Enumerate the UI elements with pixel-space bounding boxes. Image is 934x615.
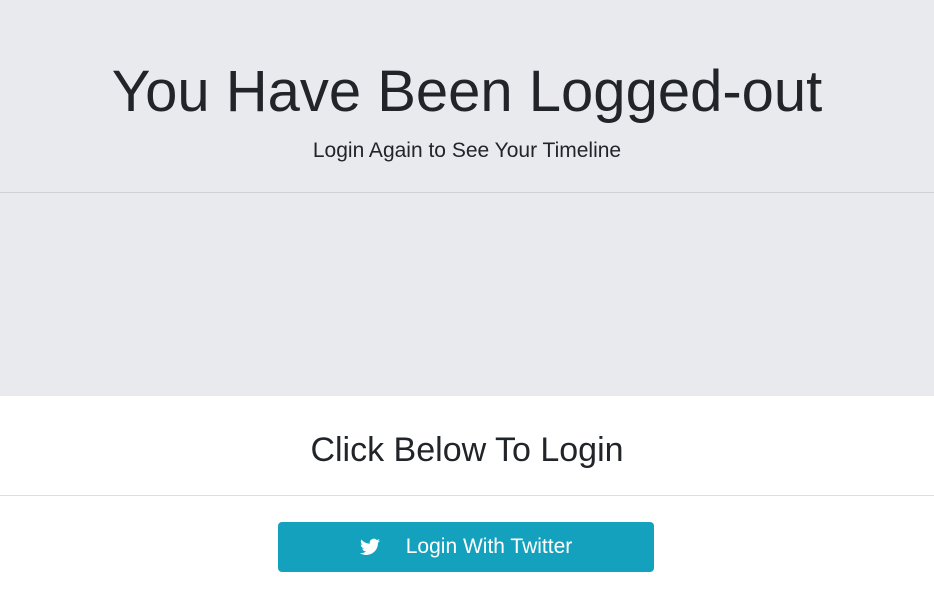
login-button-label: Login With Twitter	[405, 535, 573, 558]
login-with-twitter-button[interactable]: Login With Twitter	[278, 522, 654, 572]
login-card-header: Click Below To Login	[0, 396, 934, 496]
page-subtitle: Login Again to See Your Timeline	[312, 139, 622, 162]
page-title: You Have Been Logged-out	[111, 59, 823, 124]
logout-hero: You Have Been Logged-out Login Again to …	[0, 0, 934, 396]
twitter-icon	[359, 538, 380, 556]
hero-divider	[0, 192, 934, 193]
login-card-title: Click Below To Login	[310, 431, 624, 469]
